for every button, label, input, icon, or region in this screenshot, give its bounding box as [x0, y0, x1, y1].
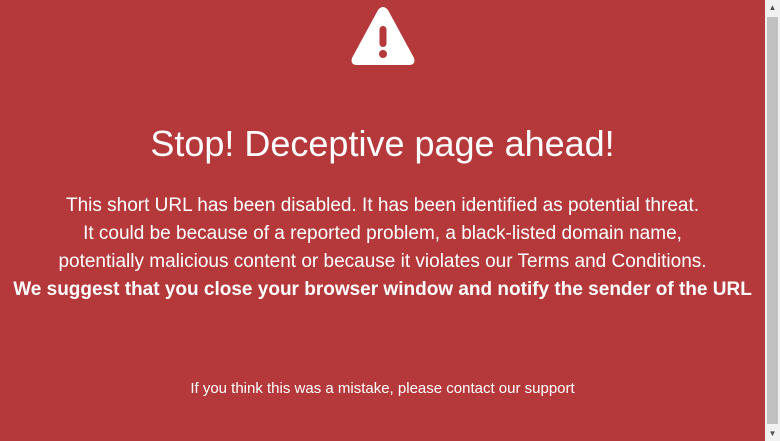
- warning-triangle-icon: [351, 7, 415, 65]
- page-title: Stop! Deceptive page ahead!: [150, 123, 615, 164]
- message-line: This short URL has been disabled. It has…: [65, 195, 700, 216]
- contact-support-link[interactable]: If you think this was a mistake, please …: [190, 380, 574, 397]
- close-browser-advice: We suggest that you close your browser w…: [13, 279, 752, 300]
- scroll-up-icon[interactable]: ▲: [765, 0, 780, 15]
- support-note: If you think this was a mistake, please …: [0, 380, 765, 398]
- scrollbar-thumb[interactable]: [767, 17, 778, 424]
- scroll-down-icon[interactable]: ▼: [765, 426, 780, 441]
- message-line: It could be because of a reported proble…: [83, 223, 682, 244]
- message-line: potentially malicious content or because…: [58, 251, 707, 272]
- deceptive-page-warning: Stop! Deceptive page ahead! This short U…: [0, 0, 765, 441]
- warning-message: This short URL has been disabled. It has…: [0, 192, 765, 304]
- vertical-scrollbar[interactable]: ▲ ▼: [765, 0, 780, 441]
